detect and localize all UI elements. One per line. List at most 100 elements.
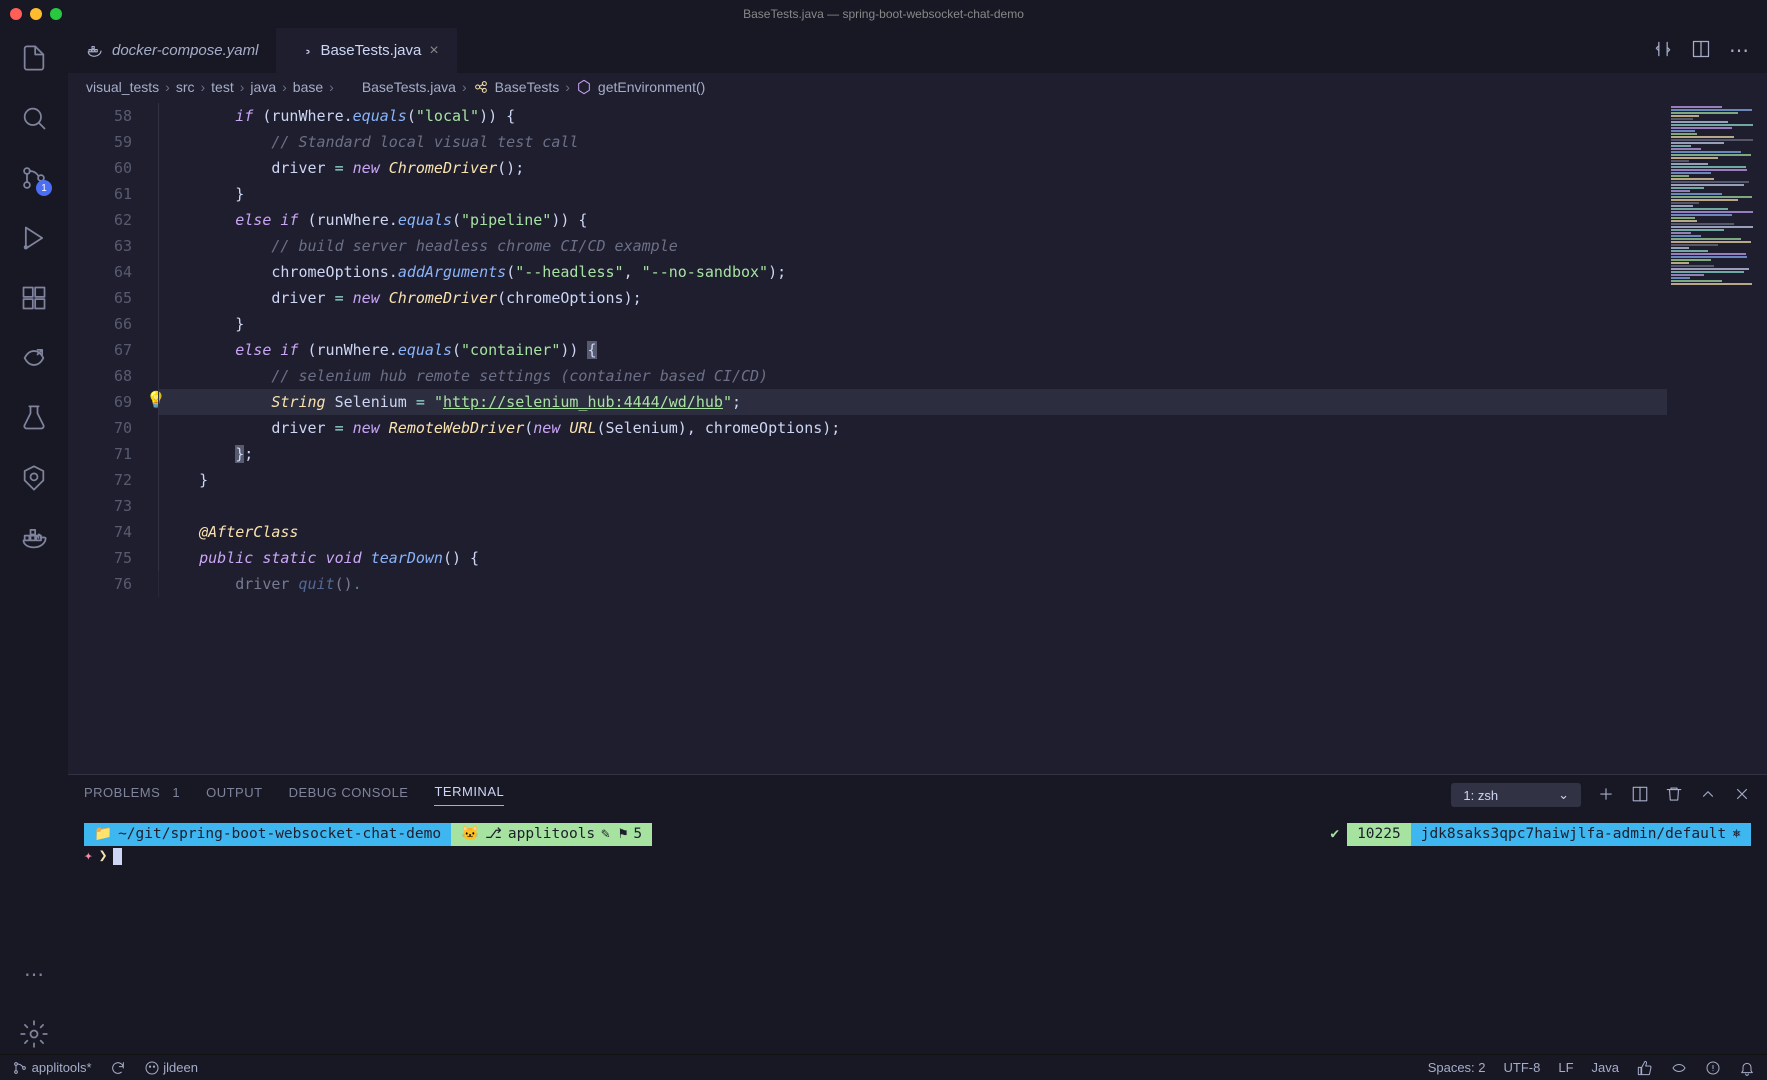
line-number: 68: [68, 363, 132, 389]
code-line[interactable]: String Selenium = "http://selenium_hub:4…: [158, 389, 1667, 415]
feedback-icon[interactable]: [1705, 1060, 1721, 1076]
code-line[interactable]: else if (runWhere.equals("container")) {: [158, 337, 1667, 363]
new-terminal-icon[interactable]: [1597, 785, 1615, 806]
status-branch[interactable]: applitools*: [12, 1060, 92, 1076]
status-spaces[interactable]: Spaces: 2: [1428, 1060, 1486, 1075]
code-line[interactable]: }: [158, 181, 1667, 207]
terminal[interactable]: 📁 ~/git/spring-boot-websocket-chat-demo …: [68, 815, 1767, 1054]
zoom-window[interactable]: [50, 8, 62, 20]
code-line[interactable]: // Standard local visual test call: [158, 129, 1667, 155]
docker-icon[interactable]: [14, 518, 54, 558]
maximize-panel-icon[interactable]: [1699, 785, 1717, 806]
more-actions-icon[interactable]: ⋯: [1729, 38, 1749, 63]
breadcrumb-part[interactable]: getEnvironment(): [598, 79, 705, 95]
docker-file-icon: [86, 42, 104, 60]
panel-tab-problems[interactable]: PROBLEMS 1: [84, 785, 180, 806]
settings-gear-icon[interactable]: [14, 1014, 54, 1054]
line-number: 65: [68, 285, 132, 311]
kubernetes-icon[interactable]: [14, 458, 54, 498]
code-line[interactable]: if (runWhere.equals("local")) {: [158, 103, 1667, 129]
terminal-selector[interactable]: 1: zsh ⌄: [1451, 783, 1581, 807]
split-editor-icon[interactable]: [1691, 39, 1711, 62]
compare-changes-icon[interactable]: [1653, 39, 1673, 62]
breadcrumb-part[interactable]: BaseTests: [495, 79, 560, 95]
chevron-down-icon: ⌄: [1558, 787, 1569, 803]
kill-terminal-icon[interactable]: [1665, 785, 1683, 806]
panel-tab-debug[interactable]: DEBUG CONSOLE: [289, 785, 409, 806]
terminal-cursor: [113, 848, 122, 865]
code-line[interactable]: // build server headless chrome CI/CD ex…: [158, 233, 1667, 259]
line-number: 59: [68, 129, 132, 155]
breadcrumb-part[interactable]: visual_tests: [86, 79, 159, 95]
notifications-icon[interactable]: [1739, 1060, 1755, 1076]
panel-tab-terminal[interactable]: TERMINAL: [434, 784, 504, 806]
more-icon[interactable]: ⋯: [14, 954, 54, 994]
window-controls: [10, 8, 62, 20]
code-line[interactable]: driver = new ChromeDriver();: [158, 155, 1667, 181]
minimap[interactable]: [1667, 101, 1767, 774]
status-eol[interactable]: LF: [1558, 1060, 1573, 1075]
code-line[interactable]: }: [158, 311, 1667, 337]
prompt-caret: ❯: [99, 846, 108, 867]
status-user[interactable]: jldeen: [144, 1060, 198, 1076]
live-share-status-icon[interactable]: [1671, 1060, 1687, 1076]
line-number: 73: [68, 493, 132, 519]
breadcrumb-part[interactable]: base: [293, 79, 323, 95]
line-number: 72: [68, 467, 132, 493]
close-panel-icon[interactable]: [1733, 785, 1751, 806]
line-number: 63: [68, 233, 132, 259]
line-number: 75: [68, 545, 132, 571]
breadcrumb[interactable]: visual_tests› src› test› java› base› Bas…: [68, 73, 1767, 101]
breadcrumb-part[interactable]: src: [176, 79, 195, 95]
code-line[interactable]: else if (runWhere.equals("pipeline")) {: [158, 207, 1667, 233]
explorer-icon[interactable]: [14, 38, 54, 78]
thumbs-up-icon[interactable]: [1637, 1060, 1653, 1076]
problems-count: 1: [172, 785, 180, 800]
breadcrumb-part[interactable]: BaseTests.java: [362, 79, 456, 95]
code-line[interactable]: @AfterClass: [158, 519, 1667, 545]
panel-tab-output[interactable]: OUTPUT: [206, 785, 262, 806]
branch-icon: ⎇: [485, 824, 502, 845]
line-number: 69: [68, 389, 132, 415]
editor[interactable]: 585960616263646566676869💡70717273747576 …: [68, 101, 1767, 774]
bottom-panel: PROBLEMS 1 OUTPUT DEBUG CONSOLE TERMINAL…: [68, 774, 1767, 1054]
code-line[interactable]: }: [158, 467, 1667, 493]
code-line[interactable]: chromeOptions.addArguments("--headless",…: [158, 259, 1667, 285]
line-number: 64: [68, 259, 132, 285]
tab-label: docker-compose.yaml: [112, 42, 258, 59]
rebel-icon: ✦: [84, 846, 93, 867]
code-line[interactable]: // selenium hub remote settings (contain…: [158, 363, 1667, 389]
testing-icon[interactable]: [14, 398, 54, 438]
split-terminal-icon[interactable]: [1631, 785, 1649, 806]
code-line[interactable]: };: [158, 441, 1667, 467]
status-language[interactable]: Java: [1592, 1060, 1619, 1075]
run-debug-icon[interactable]: [14, 218, 54, 258]
code-line[interactable]: driver quit().: [158, 571, 1667, 597]
code-line[interactable]: driver = new ChromeDriver(chromeOptions)…: [158, 285, 1667, 311]
line-number: 61: [68, 181, 132, 207]
close-tab-icon[interactable]: ×: [429, 42, 438, 60]
status-encoding[interactable]: UTF-8: [1504, 1060, 1541, 1075]
line-number: 58: [68, 103, 132, 129]
tab-basetests[interactable]: BaseTests.java ×: [276, 28, 456, 73]
folder-icon: 📁: [94, 824, 112, 845]
breadcrumb-part[interactable]: test: [211, 79, 234, 95]
line-number: 71: [68, 441, 132, 467]
close-window[interactable]: [10, 8, 22, 20]
code-line[interactable]: [158, 493, 1667, 519]
breadcrumb-part[interactable]: java: [250, 79, 276, 95]
prompt-git: 🐱 ⎇ applitools ✎ ⚑ 5: [451, 823, 652, 846]
live-share-icon[interactable]: [14, 338, 54, 378]
extensions-icon[interactable]: [14, 278, 54, 318]
status-sync-icon[interactable]: [110, 1060, 126, 1076]
source-control-icon[interactable]: 1: [14, 158, 54, 198]
github-icon: 🐱: [461, 824, 479, 845]
code-line[interactable]: driver = new RemoteWebDriver(new URL(Sel…: [158, 415, 1667, 441]
class-symbol-icon: [473, 79, 489, 95]
code-line[interactable]: public static void tearDown() {: [158, 545, 1667, 571]
code-content[interactable]: if (runWhere.equals("local")) { // Stand…: [158, 101, 1667, 774]
line-number: 62: [68, 207, 132, 233]
search-icon[interactable]: [14, 98, 54, 138]
tab-docker-compose[interactable]: docker-compose.yaml: [68, 28, 276, 73]
minimize-window[interactable]: [30, 8, 42, 20]
